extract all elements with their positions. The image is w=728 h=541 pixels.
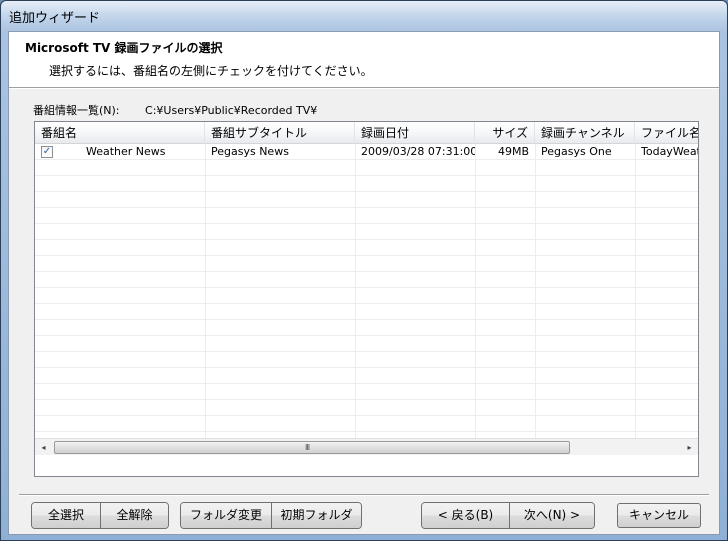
column-header-file[interactable]: ファイル名 xyxy=(635,122,698,144)
empty-row xyxy=(35,336,698,352)
title-bar[interactable]: 追加ウィザード xyxy=(1,1,727,31)
empty-row xyxy=(35,352,698,368)
empty-row xyxy=(35,416,698,432)
column-header-date[interactable]: 録画日付 xyxy=(355,122,475,144)
page-title: Microsoft TV 録画ファイルの選択 xyxy=(25,41,223,55)
listview-header: 番組名 番組サブタイトル 録画日付 サイズ 録画チャンネル ファイル名 xyxy=(35,122,698,144)
scroll-thumb[interactable]: III xyxy=(54,441,570,454)
column-header-channel[interactable]: 録画チャンネル xyxy=(535,122,635,144)
window-title: 追加ウィザード xyxy=(9,11,101,26)
empty-row xyxy=(35,320,698,336)
list-label-row: 番組情報一覧(N): C:¥Users¥Public¥Recorded TV¥ xyxy=(33,102,317,118)
scroll-left-icon[interactable]: ◂ xyxy=(35,439,52,456)
wizard-client-area: Microsoft TV 録画ファイルの選択 選択するには、番組名の左側にチェッ… xyxy=(8,31,720,535)
empty-row xyxy=(35,176,698,192)
row-file: TodayWeat xyxy=(641,145,699,158)
empty-row xyxy=(35,400,698,416)
empty-row xyxy=(35,208,698,224)
horizontal-scrollbar[interactable]: ◂ III ▸ xyxy=(35,438,698,455)
wizard-header: Microsoft TV 録画ファイルの選択 選択するには、番組名の左側にチェッ… xyxy=(9,32,719,88)
change-folder-button[interactable]: フォルダ変更 xyxy=(181,503,271,528)
empty-row xyxy=(35,256,698,272)
column-header-name[interactable]: 番組名 xyxy=(35,122,205,144)
row-subtitle: Pegasys News xyxy=(211,145,289,158)
scroll-grip-icon: III xyxy=(305,443,310,452)
recorded-tv-path: C:¥Users¥Public¥Recorded TV¥ xyxy=(145,104,318,117)
program-list-label: 番組情報一覧(N): xyxy=(33,104,120,117)
cancel-button[interactable]: キャンセル xyxy=(617,503,701,528)
column-header-subtitle[interactable]: 番組サブタイトル xyxy=(205,122,355,144)
empty-row xyxy=(35,160,698,176)
selection-button-group: 全選択 全解除 xyxy=(31,502,169,529)
next-button[interactable]: 次へ(N) > xyxy=(510,503,594,528)
select-all-button[interactable]: 全選択 xyxy=(32,503,100,528)
back-button[interactable]: < 戻る(B) xyxy=(422,503,509,528)
empty-row xyxy=(35,224,698,240)
listview-body: ✓ Weather News Pegasys News 2009/03/28 0… xyxy=(35,144,698,438)
empty-row xyxy=(35,288,698,304)
wizard-window: 追加ウィザード Microsoft TV 録画ファイルの選択 選択するには、番組… xyxy=(0,0,728,541)
empty-row xyxy=(35,304,698,320)
row-channel: Pegasys One xyxy=(541,145,612,158)
empty-row xyxy=(35,368,698,384)
row-date: 2009/03/28 07:31:00 xyxy=(361,145,475,158)
deselect-all-button[interactable]: 全解除 xyxy=(101,503,168,528)
page-subtitle: 選択するには、番組名の左側にチェックを付けてください。 xyxy=(49,64,373,78)
program-listview[interactable]: 番組名 番組サブタイトル 録画日付 サイズ 録画チャンネル ファイル名 ✓ We… xyxy=(34,121,699,477)
header-divider xyxy=(9,88,719,89)
table-row[interactable]: ✓ Weather News Pegasys News 2009/03/28 0… xyxy=(35,144,698,160)
navigation-button-group: < 戻る(B) 次へ(N) > xyxy=(421,502,595,529)
row-size: 49MB xyxy=(497,145,529,158)
scroll-right-icon[interactable]: ▸ xyxy=(681,439,698,456)
footer-separator xyxy=(19,494,709,496)
row-checkbox[interactable]: ✓ xyxy=(41,146,53,158)
empty-row xyxy=(35,192,698,208)
default-folder-button[interactable]: 初期フォルダ xyxy=(272,503,361,528)
row-name: Weather News xyxy=(86,145,166,158)
empty-row xyxy=(35,240,698,256)
folder-button-group: フォルダ変更 初期フォルダ xyxy=(180,502,362,529)
empty-row xyxy=(35,384,698,400)
empty-row xyxy=(35,272,698,288)
column-header-size[interactable]: サイズ xyxy=(475,122,535,144)
